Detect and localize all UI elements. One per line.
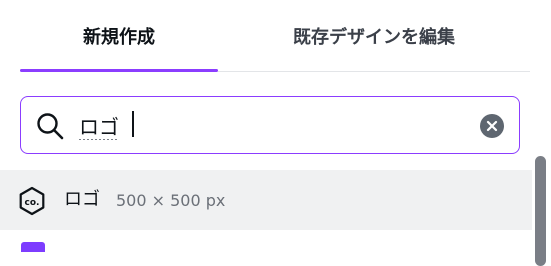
clear-search-button[interactable] <box>480 114 504 138</box>
result-size: 500 × 500 px <box>116 191 226 210</box>
co-badge-icon: co. <box>19 186 45 216</box>
search-icon <box>37 113 64 140</box>
result-item-logo[interactable]: co. ロゴ 500 × 500 px <box>0 170 532 230</box>
text-caret <box>132 111 134 137</box>
tab-edit-existing[interactable]: 既存デザインを編集 <box>218 0 530 72</box>
search-input[interactable] <box>79 107 469 143</box>
svg-text:co.: co. <box>25 198 40 208</box>
tab-divider <box>218 71 530 72</box>
tab-create-new[interactable]: 新規作成 <box>20 0 218 72</box>
search-box[interactable] <box>20 96 520 154</box>
tab-bar: 新規作成 既存デザインを編集 <box>0 0 530 72</box>
create-design-panel: 新規作成 既存デザインを編集 co. ロゴ 500 × 500 px <box>0 0 551 266</box>
tab-create-new-label: 新規作成 <box>83 27 155 48</box>
result-name: ロゴ <box>64 189 100 210</box>
tab-edit-existing-label: 既存デザインを編集 <box>293 27 455 48</box>
next-result-icon <box>21 242 45 252</box>
close-icon <box>486 120 498 132</box>
scrollbar-thumb[interactable] <box>535 156 546 266</box>
active-tab-indicator <box>20 69 218 72</box>
